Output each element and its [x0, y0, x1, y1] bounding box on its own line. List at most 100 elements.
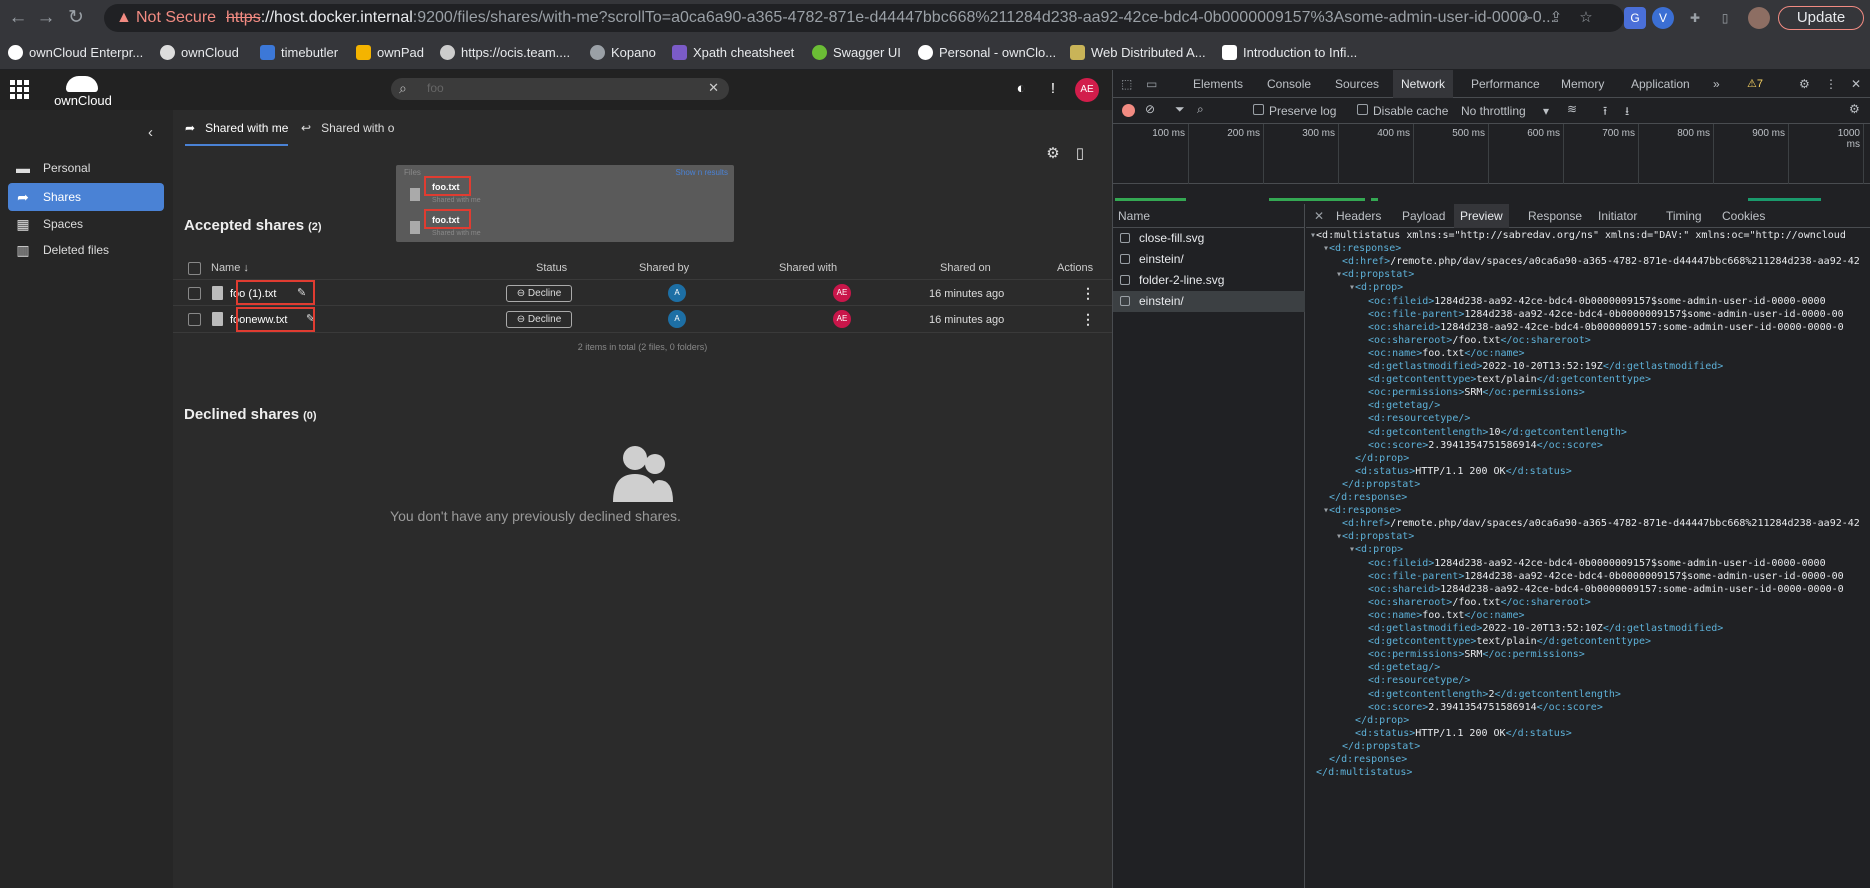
column-shared-with[interactable]: Shared with: [779, 262, 837, 274]
xml-line[interactable]: <oc:shareid>1284d238-aa92-42ce-bdc4-0b00…: [1362, 322, 1844, 333]
xml-line[interactable]: <oc:score>2.3941354751586914</oc:score>: [1362, 440, 1603, 451]
feedback-icon[interactable]: !: [1043, 79, 1063, 99]
device-toolbar-icon[interactable]: ▭: [1146, 70, 1157, 98]
owncloud-logo[interactable]: ownCloud: [50, 76, 116, 108]
column-status[interactable]: Status: [536, 262, 567, 274]
xml-line[interactable]: </d:prop>: [1349, 715, 1409, 726]
xml-line[interactable]: <oc:file-parent>1284d238-aa92-42ce-bdc4-…: [1362, 571, 1844, 582]
request-checkbox[interactable]: [1120, 254, 1130, 264]
request-row[interactable]: folder-2-line.svg: [1113, 270, 1305, 291]
request-checkbox[interactable]: [1120, 296, 1130, 306]
xml-line[interactable]: <d:href>/remote.php/dav/spaces/a0ca6a90-…: [1336, 518, 1860, 529]
xml-line[interactable]: <d:getlastmodified>2022-10-20T13:52:19Z<…: [1362, 361, 1723, 372]
tab-network[interactable]: Network: [1393, 70, 1454, 98]
request-checkbox[interactable]: [1120, 233, 1130, 243]
tab-preview[interactable]: Preview: [1454, 204, 1509, 228]
show-more-link[interactable]: Show n results: [676, 168, 728, 177]
xml-line[interactable]: ▾<d:response>: [1323, 505, 1401, 516]
reload-icon[interactable]: ↻: [64, 6, 88, 30]
row-actions-kebab-icon[interactable]: ⋮: [1081, 311, 1095, 328]
xml-line[interactable]: <oc:fileid>1284d238-aa92-42ce-bdc4-0b000…: [1362, 296, 1826, 307]
xml-line[interactable]: <oc:permissions>SRM</oc:permissions>: [1362, 387, 1585, 398]
settings-gear-icon[interactable]: ⚙: [1043, 144, 1063, 164]
xml-line[interactable]: <d:status>HTTP/1.1 200 OK</d:status>: [1349, 728, 1572, 739]
address-bar[interactable]: ▲ Not Secure https://host.docker.interna…: [104, 4, 1624, 32]
xml-line[interactable]: <oc:shareroot>/foo.txt</oc:shareroot>: [1362, 597, 1591, 608]
devtools-menu-icon[interactable]: ⋮: [1825, 70, 1837, 98]
xml-line[interactable]: ▾<d:response>: [1323, 243, 1401, 254]
xml-line[interactable]: <oc:name>foo.txt</oc:name>: [1362, 348, 1525, 359]
column-shared-by[interactable]: Shared by: [639, 262, 689, 274]
bookmark-item[interactable]: Introduction to Infi...: [1222, 42, 1357, 64]
devtools-settings-icon[interactable]: ⚙: [1799, 70, 1810, 98]
sidebar-item-shares[interactable]: ➦ Shares: [8, 183, 164, 211]
disable-cache-checkbox[interactable]: [1357, 104, 1368, 115]
tab-application[interactable]: Application: [1631, 70, 1690, 98]
zoom-icon[interactable]: ⌕: [1516, 8, 1536, 28]
forward-icon[interactable]: →: [34, 6, 58, 30]
tab-payload[interactable]: Payload: [1402, 204, 1445, 228]
close-devtools-icon[interactable]: ✕: [1851, 70, 1861, 98]
row-checkbox[interactable]: [188, 313, 201, 326]
user-avatar-icon[interactable]: [1748, 7, 1770, 29]
search-icon[interactable]: ⌕: [1197, 102, 1204, 117]
bookmark-item[interactable]: Kopano: [590, 42, 656, 64]
column-name[interactable]: Name ↓: [211, 262, 249, 274]
xml-line[interactable]: <d:resourcetype/>: [1362, 413, 1470, 424]
xml-line[interactable]: <d:getcontenttype>text/plain</d:getconte…: [1362, 636, 1651, 647]
xml-line[interactable]: <oc:permissions>SRM</oc:permissions>: [1362, 649, 1585, 660]
xml-line[interactable]: <d:status>HTTP/1.1 200 OK</d:status>: [1349, 466, 1572, 477]
select-all-checkbox[interactable]: [188, 262, 201, 275]
close-details-icon[interactable]: ✕: [1314, 204, 1324, 228]
record-icon[interactable]: [1122, 104, 1135, 117]
xml-line[interactable]: <d:getetag/>: [1362, 662, 1440, 673]
shared-by-avatar[interactable]: A: [668, 284, 686, 302]
collapse-sidebar-icon[interactable]: ‹: [148, 124, 153, 141]
inspect-element-icon[interactable]: ⬚: [1121, 70, 1132, 98]
bookmark-item[interactable]: ownCloud Enterpr...: [8, 42, 143, 64]
tab-cookies[interactable]: Cookies: [1722, 204, 1765, 228]
decline-button[interactable]: ⊖ Decline: [506, 311, 572, 328]
xml-line[interactable]: <d:href>/remote.php/dav/spaces/a0ca6a90-…: [1336, 256, 1860, 267]
xml-line[interactable]: ▾<d:multistatus xmlns:s="http://sabredav…: [1310, 230, 1846, 241]
bookmark-item[interactable]: timebutler: [260, 42, 338, 64]
more-tabs-icon[interactable]: »: [1713, 70, 1720, 98]
xml-line[interactable]: </d:prop>: [1349, 453, 1409, 464]
row-actions-kebab-icon[interactable]: ⋮: [1081, 285, 1095, 302]
sidebar-item-deleted-files[interactable]: ▥ Deleted files: [8, 236, 164, 264]
decline-button[interactable]: ⊖ Decline: [506, 285, 572, 302]
tab-sources[interactable]: Sources: [1335, 70, 1379, 98]
tab-memory[interactable]: Memory: [1561, 70, 1604, 98]
xml-line[interactable]: <d:getcontentlength>10</d:getcontentleng…: [1362, 427, 1627, 438]
sidebar-toggle-icon[interactable]: ▯: [1070, 144, 1090, 164]
tab-performance[interactable]: Performance: [1471, 70, 1540, 98]
xml-line[interactable]: <oc:file-parent>1284d238-aa92-42ce-bdc4-…: [1362, 309, 1844, 320]
shared-with-avatar[interactable]: AE: [833, 310, 851, 328]
tab-shared-with-me[interactable]: ➦ Shared with me: [185, 110, 289, 146]
network-settings-icon[interactable]: ⚙: [1849, 102, 1860, 116]
request-checkbox[interactable]: [1120, 275, 1130, 285]
clear-search-icon[interactable]: ✕: [708, 80, 719, 96]
row-checkbox[interactable]: [188, 287, 201, 300]
xml-line[interactable]: <oc:name>foo.txt</oc:name>: [1362, 610, 1525, 621]
xml-line[interactable]: ▾<d:propstat>: [1336, 269, 1414, 280]
xml-line[interactable]: <oc:fileid>1284d238-aa92-42ce-bdc4-0b000…: [1362, 558, 1826, 569]
bookmark-item[interactable]: Xpath cheatsheet: [672, 42, 794, 64]
share-page-icon[interactable]: ⇪: [1546, 8, 1566, 28]
export-har-icon[interactable]: ⭳: [1625, 102, 1629, 123]
bookmark-item[interactable]: Personal - ownClo...: [918, 42, 1056, 64]
sidebar-item-personal[interactable]: ▬ Personal: [8, 154, 164, 182]
bookmark-item[interactable]: Swagger UI: [812, 42, 901, 64]
name-column-header[interactable]: Name: [1113, 204, 1305, 228]
update-button[interactable]: Update: [1778, 6, 1864, 30]
bookmark-item[interactable]: Web Distributed A...: [1070, 42, 1206, 64]
xml-line[interactable]: <d:resourcetype/>: [1362, 675, 1470, 686]
back-icon[interactable]: ←: [6, 6, 30, 30]
xml-line[interactable]: </d:response>: [1323, 754, 1407, 765]
xml-line[interactable]: ▾<d:prop>: [1349, 282, 1403, 293]
xml-line[interactable]: ▾<d:propstat>: [1336, 531, 1414, 542]
side-panel-icon[interactable]: ▯: [1714, 7, 1736, 29]
bookmark-item[interactable]: ownPad: [356, 42, 424, 64]
user-avatar[interactable]: AE: [1075, 78, 1099, 102]
theme-toggle-icon[interactable]: ◐: [1011, 79, 1031, 99]
